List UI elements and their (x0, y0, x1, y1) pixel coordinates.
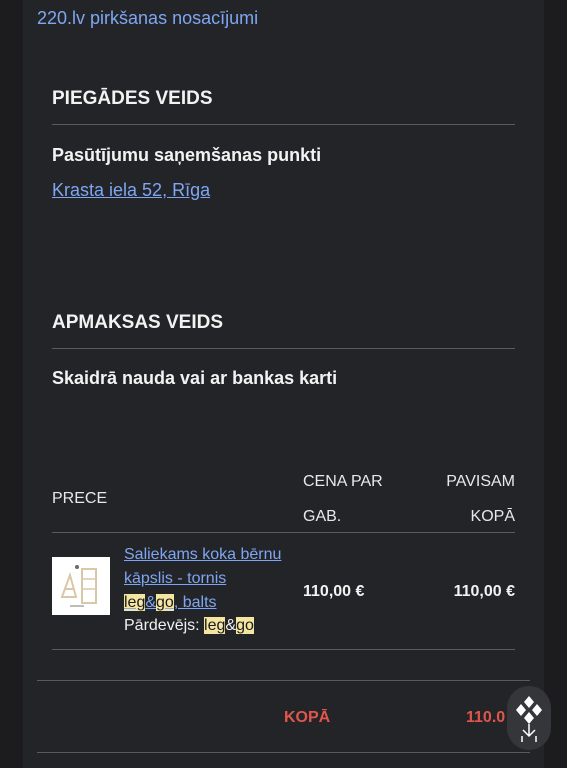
col-header-product: PRECE (52, 490, 108, 507)
divider (52, 124, 515, 125)
delivery-method: Pasūtījumu saņemšanas punkti (52, 145, 322, 165)
product-image-icon (52, 557, 110, 615)
col-header-total: PAVISAM (446, 473, 515, 490)
brand-amp: & (145, 594, 157, 611)
payment-method: Skaidrā nauda vai ar bankas karti (52, 368, 338, 388)
product-name-line1[interactable]: Saliekams koka bērnu (124, 543, 294, 568)
seller-highlight: leg (204, 617, 226, 634)
divider (52, 532, 515, 533)
divider (37, 752, 530, 753)
divider (52, 348, 515, 349)
product-name-line2[interactable]: kāpslis - tornis (124, 567, 294, 592)
seller-amp: & (225, 617, 237, 634)
pickup-address-link[interactable]: Krasta iela 52, Rīga (52, 180, 210, 201)
col-header-price-line1: CENA PAR (303, 473, 383, 490)
divider (37, 680, 530, 681)
divider (52, 649, 515, 650)
order-page: 220.lv pirkšanas nosacījumi PIEGĀDES VEI… (0, 0, 567, 768)
col-header-total-line2: KOPĀ (470, 508, 515, 525)
seller: Pārdevējs: leg&go (124, 617, 254, 635)
unit-price: 110,00 € (303, 583, 365, 600)
payment-title: APMAKSAS VEIDS (52, 312, 224, 333)
line-total: 110,00 € (453, 583, 515, 600)
delivery-title: PIEGĀDES VEIDS (52, 88, 213, 109)
brand-highlight: go (156, 594, 174, 611)
terms-link[interactable]: 220.lv pirkšanas nosacījumi (37, 8, 258, 29)
product-thumbnail[interactable] (52, 557, 110, 615)
product-suffix: , balts (173, 594, 217, 611)
total-label: KOPĀ (284, 709, 331, 726)
brand-highlight: leg (124, 594, 146, 611)
ornament-icon (516, 696, 542, 742)
floating-assistant-button[interactable] (507, 686, 551, 750)
seller-highlight: go (236, 617, 254, 634)
product-name-line3[interactable]: leg&go, balts (124, 591, 294, 616)
total-value: 110.0 (466, 709, 506, 726)
seller-label: Pārdevējs: (124, 617, 205, 634)
col-header-price-line2: GAB. (303, 508, 342, 525)
col-header-price: CENA PAR (303, 473, 383, 491)
